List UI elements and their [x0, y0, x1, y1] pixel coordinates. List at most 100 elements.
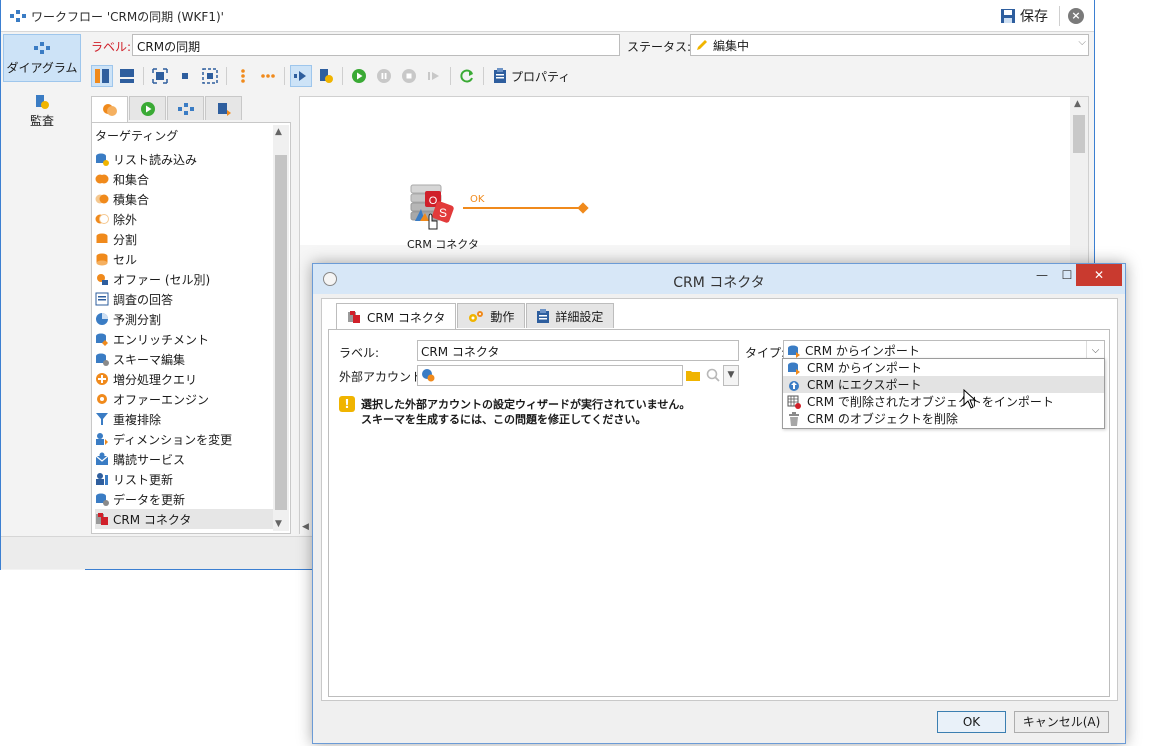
- close-icon[interactable]: ✕: [1076, 264, 1122, 286]
- pause-button[interactable]: [373, 65, 395, 87]
- list-read-icon: [96, 153, 109, 166]
- properties-label: プロパティ: [511, 69, 571, 84]
- tab-flow-control[interactable]: [129, 96, 166, 120]
- nav-item-diagram[interactable]: ダイアグラム: [3, 34, 81, 82]
- type-option-export[interactable]: CRM にエクスポート: [783, 376, 1104, 393]
- list-item[interactable]: 除外: [95, 209, 275, 229]
- folder-icon[interactable]: [685, 367, 701, 383]
- normal-size-button[interactable]: [174, 65, 196, 87]
- list-item[interactable]: 予測分割: [95, 309, 275, 329]
- tab-actions[interactable]: [167, 96, 204, 120]
- transition-end-point[interactable]: [577, 202, 589, 214]
- close-icon[interactable]: ×: [1068, 8, 1084, 24]
- minimize-icon[interactable]: —: [1028, 264, 1056, 286]
- dialog-label-input[interactable]: CRM コネクタ: [417, 340, 739, 361]
- start-button[interactable]: [348, 65, 370, 87]
- offer-by-cell-icon: [97, 274, 108, 285]
- list-item[interactable]: CRM コネクタ: [95, 509, 273, 529]
- diagram-icon: [34, 42, 50, 54]
- save-label: 保存: [1020, 9, 1048, 25]
- tab-targeting[interactable]: [91, 96, 128, 122]
- toolbar-separator: [226, 67, 227, 85]
- search-icon[interactable]: [705, 367, 721, 383]
- properties-button[interactable]: プロパティ: [493, 68, 570, 85]
- ok-button[interactable]: OK: [937, 711, 1006, 733]
- pause-icon: [377, 69, 391, 83]
- layout-horizontal-button[interactable]: [116, 65, 138, 87]
- tab-crm-connector[interactable]: CRM コネクタ: [336, 303, 457, 330]
- type-option-import[interactable]: CRM からインポート: [783, 359, 1104, 376]
- list-item[interactable]: 積集合: [95, 189, 275, 209]
- list-item[interactable]: スキーマ編集: [95, 349, 275, 369]
- list-item[interactable]: 重複排除: [95, 409, 275, 429]
- schema-edit-icon: [96, 353, 109, 366]
- mouse-pointer-icon: [963, 389, 977, 409]
- label-caption: ラベル:: [91, 40, 132, 54]
- list-item[interactable]: エンリッチメント: [95, 329, 275, 349]
- list-item[interactable]: 増分処理クエリ: [95, 369, 275, 389]
- scroll-up-icon[interactable]: ▲: [275, 127, 282, 137]
- left-nav: ダイアグラム 監査: [1, 32, 85, 570]
- crm-import-icon: [788, 362, 800, 375]
- layout-vertical-button[interactable]: [91, 65, 113, 87]
- chevron-down-icon[interactable]: ▼: [723, 365, 739, 386]
- canvas-scroll-thumb[interactable]: [1073, 115, 1085, 153]
- warning-icon: !: [339, 396, 355, 412]
- save-button[interactable]: 保存: [1000, 5, 1048, 27]
- clipboard-icon: [537, 309, 550, 323]
- list-item[interactable]: 調査の回答: [95, 289, 275, 309]
- zoom-frame-button[interactable]: [199, 65, 221, 87]
- tab-events[interactable]: [205, 96, 242, 120]
- transition-mode-button[interactable]: [290, 65, 312, 87]
- scroll-up-icon[interactable]: ▲: [1074, 99, 1081, 109]
- step-icon: [428, 72, 439, 80]
- cancel-button[interactable]: キャンセル(A): [1014, 711, 1109, 733]
- type-dropdown-list: CRM からインポート CRM にエクスポート CRM で削除されたオブジェクト…: [782, 358, 1105, 429]
- warning-message-line1: 選択した外部アカウントの設定ウィザードが実行されていません。: [361, 398, 691, 411]
- list-item[interactable]: オファーエンジン: [95, 389, 275, 409]
- tab-advanced[interactable]: 詳細設定: [526, 303, 615, 328]
- palette-scroll-thumb[interactable]: [275, 155, 287, 510]
- stop-button[interactable]: [398, 65, 420, 87]
- deduplication-icon: [96, 413, 108, 425]
- scroll-left-icon[interactable]: ◀: [302, 522, 309, 532]
- vertical-dots-icon: [241, 69, 245, 83]
- list-item[interactable]: 和集合: [95, 169, 275, 189]
- type-option-delete[interactable]: CRM のオブジェクトを削除: [783, 410, 1104, 427]
- crm-connector-icon: [348, 311, 360, 323]
- dialog-label-caption: ラベル:: [339, 346, 380, 360]
- refresh-button[interactable]: [456, 65, 478, 87]
- file-transfer-icon: [217, 102, 231, 116]
- list-item[interactable]: セル: [95, 249, 275, 269]
- fit-all-button[interactable]: [149, 65, 171, 87]
- cell-icon: [96, 253, 108, 266]
- status-select[interactable]: 編集中 ⌵: [690, 34, 1089, 56]
- list-item[interactable]: データを更新: [95, 489, 275, 509]
- type-option-import-deleted[interactable]: CRM で削除されたオブジェクトをインポート: [783, 393, 1104, 410]
- step-button[interactable]: [423, 65, 445, 87]
- list-item[interactable]: 購読サービス: [95, 449, 275, 469]
- warning-message-line2: スキーマを生成するには、この問題を修正してください。: [361, 413, 647, 426]
- predictive-split-icon: [96, 313, 108, 325]
- list-item[interactable]: ディメンションを変更: [95, 429, 275, 449]
- external-account-input[interactable]: [417, 365, 683, 386]
- list-item[interactable]: リスト読み込み: [95, 149, 275, 169]
- scroll-down-icon[interactable]: ▼: [275, 519, 282, 529]
- play-icon: [352, 69, 366, 83]
- intersection-icon: [95, 194, 109, 204]
- workflow-icon: [177, 102, 194, 115]
- list-item[interactable]: オファー (セル別): [95, 269, 275, 289]
- enrichment-icon: [96, 333, 108, 346]
- align-vertical-button[interactable]: [232, 65, 254, 87]
- align-horizontal-button[interactable]: [257, 65, 279, 87]
- transition-ok[interactable]: [463, 207, 583, 209]
- list-item[interactable]: 分割: [95, 229, 275, 249]
- nav-item-audit[interactable]: 監査: [3, 88, 81, 136]
- list-item[interactable]: リスト更新: [95, 469, 275, 489]
- crm-connector-node-icon[interactable]: O S: [407, 183, 457, 231]
- palette-scrollbar[interactable]: ▲ ▼: [273, 125, 289, 531]
- tab-behavior[interactable]: 動作: [457, 303, 526, 328]
- activity-properties-button[interactable]: [315, 65, 337, 87]
- label-input[interactable]: CRMの同期: [132, 34, 620, 56]
- dialog-tabs: CRM コネクタ 動作 詳細設定: [336, 303, 615, 330]
